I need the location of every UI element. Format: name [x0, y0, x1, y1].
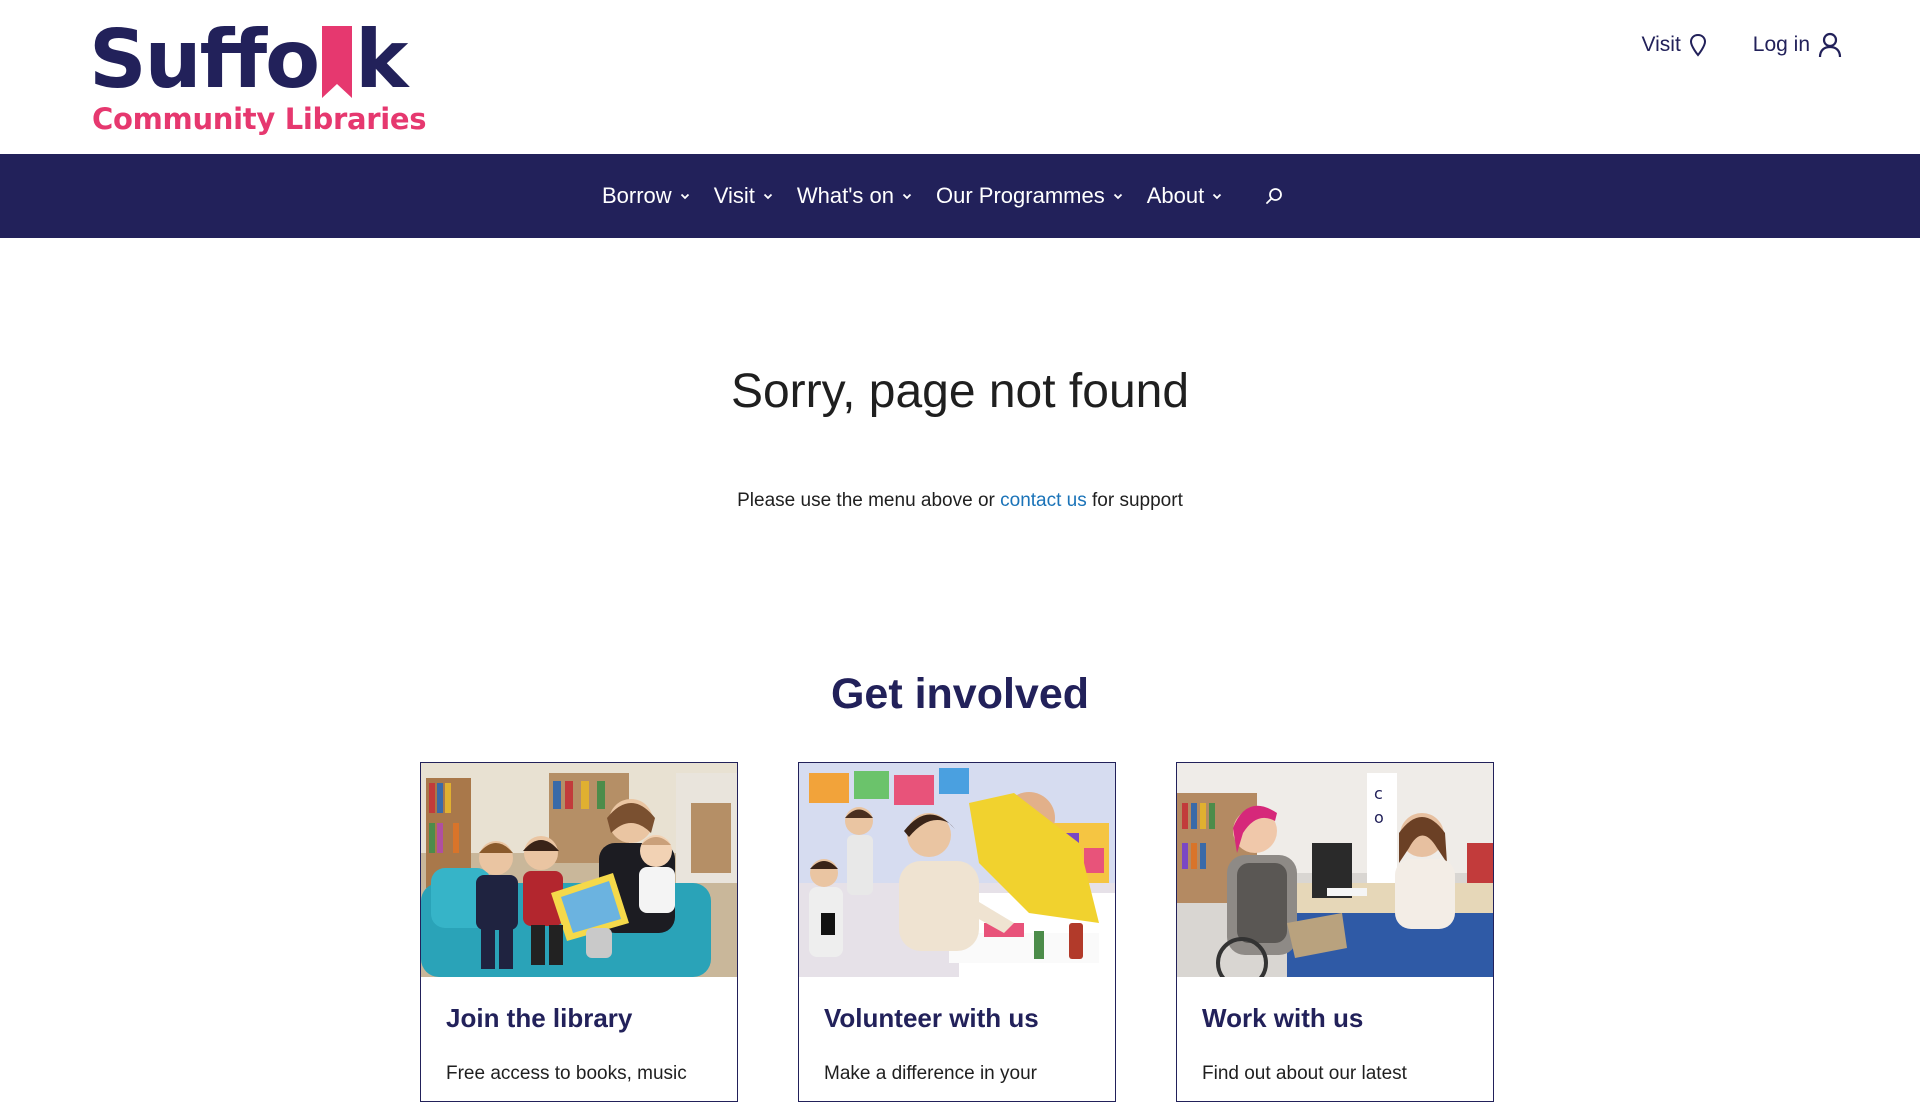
join-library-card[interactable]: Join the library Free access to books, m… [420, 762, 738, 1102]
nav-item-label: Borrow [602, 183, 672, 208]
get-involved-heading: Get involved [830, 670, 1090, 718]
site-header: Suffo k Community Libraries Visit Log in [0, 0, 1920, 154]
visit-label: Visit [1641, 33, 1681, 56]
bookmark-icon [322, 26, 353, 98]
nav-item-label: About [1146, 183, 1205, 208]
chevron-down-icon [680, 193, 689, 199]
user-icon [1818, 32, 1842, 58]
support-text-before: Please use the menu above or [737, 490, 1001, 511]
search-button[interactable] [1264, 186, 1284, 206]
chevron-down-icon [1113, 193, 1122, 199]
nav-item-whats-on[interactable]: What's on [797, 183, 912, 209]
nav-menu: Borrow Visit What's on Our Programmes Ab… [602, 154, 1284, 238]
contact-us-link[interactable]: contact us [1000, 490, 1087, 511]
main-navigation: Borrow Visit What's on Our Programmes Ab… [0, 154, 1920, 238]
map-pin-icon [1689, 33, 1706, 57]
work-with-us-card[interactable]: c o Work with us Find out about our late… [1176, 762, 1494, 1102]
support-message: Please use the menu above or contact us … [0, 490, 1920, 512]
svg-text:o: o [1374, 808, 1384, 827]
svg-text:c: c [1374, 784, 1383, 803]
utility-links: Visit Log in [1641, 32, 1842, 58]
volunteer-card[interactable]: Volunteer with us Make a difference in y… [798, 762, 1116, 1102]
work-with-us-image: c o [1177, 763, 1493, 977]
nav-item-visit[interactable]: Visit [714, 183, 773, 209]
nav-item-about[interactable]: About [1147, 183, 1223, 209]
volunteer-image [799, 763, 1115, 977]
card-description: Find out about our latest [1202, 1063, 1407, 1084]
nav-item-label: Visit [713, 183, 755, 208]
nav-item-label: Our Programmes [936, 183, 1105, 208]
search-icon [1266, 188, 1283, 204]
login-link[interactable]: Log in [1753, 32, 1842, 58]
support-text-after: for support [1086, 490, 1183, 511]
login-label: Log in [1752, 33, 1810, 56]
card-description: Make a difference in your [824, 1063, 1037, 1084]
nav-item-our-programmes[interactable]: Our Programmes [936, 183, 1123, 209]
card-title: Work with us [1202, 1003, 1364, 1033]
card-title: Volunteer with us [824, 1003, 1039, 1033]
nav-item-label: What's on [796, 183, 894, 208]
page-title: Sorry, page not found [730, 365, 1190, 418]
card-description: Free access to books, music [446, 1063, 687, 1084]
chevron-down-icon [763, 193, 772, 199]
chevron-down-icon [902, 193, 912, 199]
chevron-down-icon [1213, 193, 1222, 199]
logo-subtitle: Community Libraries [92, 102, 427, 136]
card-title: Join the library [446, 1003, 633, 1033]
logo-wordmark: Suffo k [89, 13, 408, 106]
suffolk-libraries-logo[interactable]: Suffo k Community Libraries [89, 20, 427, 137]
visit-link[interactable]: Visit [1641, 33, 1706, 57]
nav-item-borrow[interactable]: Borrow [602, 183, 690, 209]
join-library-image [421, 763, 737, 977]
get-involved-cards: Join the library Free access to books, m… [420, 762, 1494, 1102]
